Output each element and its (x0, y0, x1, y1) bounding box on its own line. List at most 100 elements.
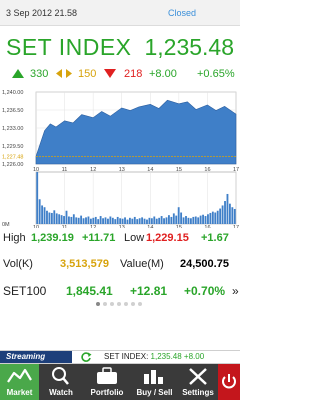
volume-bar (133, 216, 136, 224)
volume-bar (68, 216, 70, 224)
page-dot[interactable] (109, 302, 114, 306)
streaming-logo: Streaming (0, 351, 72, 363)
volume-bar (138, 218, 141, 224)
tab-buy-sell[interactable]: Buy / Sell (131, 364, 178, 400)
ticker-bar: Streaming SET INDEX: 1,235.48 +8.00 (0, 350, 240, 364)
volume-bar (55, 213, 58, 224)
volume-bar (82, 218, 85, 224)
volume-bar (209, 212, 212, 224)
more-arrow-icon[interactable]: » (232, 284, 239, 298)
volume-bar (211, 211, 214, 224)
volume-bar (146, 219, 148, 224)
volume-bar (172, 213, 175, 224)
volume-bar (185, 216, 187, 224)
page-dot[interactable] (95, 302, 100, 306)
volume-bar (119, 218, 122, 224)
volume-x-tick-label: 11 (62, 225, 68, 228)
tools-icon (189, 368, 207, 385)
volume-bar (107, 218, 109, 224)
volume-x-tick-label: 10 (33, 225, 39, 228)
volume-bar (50, 212, 53, 224)
volume-bar (214, 212, 217, 224)
volume-bar (177, 207, 180, 224)
volume-row: Vol(K) 3,513,579 Value(M) 24,500.75 (0, 258, 240, 274)
ticker-value: 1,235.48 (150, 352, 182, 361)
volume-bar (114, 219, 117, 224)
ticker-label: SET INDEX: (104, 352, 149, 361)
page-dot[interactable] (130, 302, 135, 306)
index-header[interactable]: SET INDEX 1,235.48 (0, 28, 240, 66)
index-percent-change: +0.65% (197, 68, 235, 80)
volume-bar (97, 219, 100, 224)
index-chart[interactable]: 1,240.00 1,236.50 1,233.00 1,229.50 1,227.48… (0, 88, 240, 228)
volume-bar (187, 217, 190, 224)
volume-bar (233, 208, 236, 224)
page-dot[interactable] (137, 302, 142, 306)
power-button[interactable] (218, 364, 240, 400)
value-value: 24,500.75 (180, 258, 229, 270)
volume-bar (104, 217, 107, 224)
tab-portfolio[interactable]: Portfolio (83, 364, 131, 400)
set100-change: +12.81 (130, 284, 168, 298)
volume-bar (43, 207, 46, 224)
set100-name: SET100 (3, 284, 47, 298)
ticker-change: +8.00 (183, 352, 205, 361)
volume-bar (58, 214, 61, 224)
volume-bar (168, 215, 170, 224)
volume-bar (65, 210, 68, 224)
volume-bar (38, 199, 41, 224)
volume-bar (175, 215, 178, 224)
date-time: 3 Sep 2012 21.58 (6, 8, 78, 18)
volume-bar (41, 205, 44, 224)
price-tick-label: 1,240.00 (2, 90, 23, 96)
tab-settings[interactable]: Settings (178, 364, 218, 400)
down-triangle-icon (104, 69, 116, 78)
volume-bar (72, 214, 75, 224)
volume-bar (77, 217, 80, 224)
volume-x-tick-label: 17 (233, 225, 239, 228)
volume-bar (80, 215, 83, 224)
price-tick-label: 1,236.50 (2, 108, 23, 114)
volume-bar (153, 216, 156, 224)
unchanged-arrows-icon (56, 69, 72, 78)
volume-bar (160, 216, 163, 224)
price-tick-label: 1,226.00 (2, 162, 23, 168)
volume-bar (226, 193, 229, 224)
volume-bar (141, 217, 144, 224)
volume-bar (189, 218, 192, 224)
volume-bar (180, 212, 183, 224)
page-dot[interactable] (123, 302, 128, 306)
volume-x-tick-label: 16 (204, 225, 210, 228)
page-dot[interactable] (102, 302, 107, 306)
refresh-icon[interactable] (80, 351, 92, 363)
volume-bar (85, 217, 87, 224)
volume-bar (70, 216, 73, 224)
tab-buy-sell-label: Buy / Sell (136, 388, 173, 397)
set100-row[interactable]: SET100 1,845.41 +12.81 +0.70% » (0, 284, 240, 300)
high-label: High (3, 232, 26, 244)
page-dot[interactable] (116, 302, 121, 306)
volume-bar (155, 218, 158, 224)
volume-bar (92, 217, 95, 224)
volume-x-tick-label: 13 (119, 225, 125, 228)
high-change: +11.71 (82, 232, 116, 244)
tab-market[interactable]: Market (0, 364, 39, 400)
tab-watch-label: Watch (49, 388, 73, 397)
volume-bar (111, 217, 114, 224)
tab-market-label: Market (6, 388, 33, 397)
low-label: Low (124, 232, 145, 244)
status-bar: 3 Sep 2012 21.58 Closed (0, 0, 240, 26)
volume-bar (53, 210, 56, 224)
price-tick-label: 1,233.00 (2, 126, 23, 132)
price-tick-label: 1,227.48 (2, 154, 23, 160)
ticker-text: SET INDEX: 1,235.48 +8.00 (104, 352, 204, 361)
low-value: 1,229.15 (146, 232, 189, 244)
volume-bar (197, 217, 200, 224)
price-tick-label: 1,229.50 (2, 144, 23, 150)
tab-watch[interactable]: Watch (39, 364, 83, 400)
volume-bar (199, 215, 202, 224)
volume-tick-label: 0M (2, 222, 10, 228)
page-indicator[interactable] (0, 300, 240, 308)
up-count: 330 (30, 68, 49, 80)
up-triangle-icon (12, 69, 24, 78)
